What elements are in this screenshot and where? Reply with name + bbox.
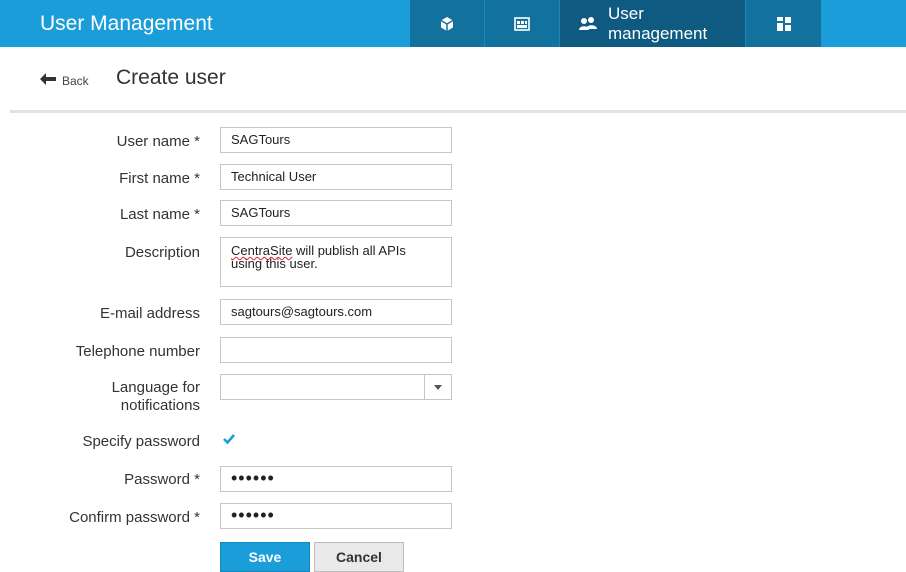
specify-password-checkbox[interactable] — [222, 432, 236, 446]
telephone-label: Telephone number — [75, 343, 200, 360]
specify-password-label: Specify password — [82, 433, 200, 450]
language-select[interactable] — [220, 374, 452, 400]
nav-item-user-management[interactable]: User management — [560, 0, 746, 47]
language-label: Language for notifications — [10, 379, 200, 415]
user-name-input[interactable]: SAGTours — [220, 127, 452, 153]
first-name-input[interactable]: Technical User — [220, 164, 452, 190]
nav-item-cube[interactable] — [410, 0, 485, 47]
user-name-label: User name * — [116, 133, 200, 150]
top-bar: User Management User management — [0, 0, 906, 47]
back-label: Back — [62, 74, 89, 88]
nav-item-dashboard[interactable] — [485, 0, 560, 47]
save-button[interactable]: Save — [220, 542, 310, 572]
email-label: E-mail address — [99, 305, 200, 322]
back-arrow-icon — [40, 72, 56, 90]
cube-icon — [439, 16, 455, 32]
page-title: Create user — [116, 66, 226, 89]
nav-label-user-management: User management — [608, 3, 708, 43]
first-name-label: First name * — [119, 170, 200, 187]
back-link[interactable]: Back — [40, 72, 89, 90]
last-name-input[interactable]: SAGTours — [220, 200, 452, 226]
dashboard-icon — [514, 16, 530, 32]
checkmark-icon — [223, 434, 235, 445]
chevron-down-icon[interactable] — [424, 375, 451, 399]
confirm-password-input[interactable]: •••••• — [220, 503, 452, 529]
last-name-label: Last name * — [119, 206, 200, 223]
app-title: User Management — [40, 12, 213, 35]
description-label: Description — [124, 244, 200, 261]
password-input[interactable]: •••••• — [220, 466, 452, 492]
divider — [10, 110, 906, 113]
grid-icon — [776, 16, 792, 32]
main-nav: User management — [410, 0, 821, 47]
telephone-input[interactable] — [220, 337, 452, 363]
language-label-line2: notifications — [120, 397, 200, 414]
description-textarea[interactable]: CentraSite will publish all APIs using t… — [220, 237, 452, 287]
cancel-button[interactable]: Cancel — [314, 542, 404, 572]
users-icon — [578, 16, 598, 32]
password-label: Password * — [124, 471, 200, 488]
confirm-password-label: Confirm password * — [69, 509, 200, 526]
nav-item-grid[interactable] — [746, 0, 821, 47]
email-input[interactable]: sagtours@sagtours.com — [220, 299, 452, 325]
language-label-line1: Language for — [111, 379, 200, 396]
